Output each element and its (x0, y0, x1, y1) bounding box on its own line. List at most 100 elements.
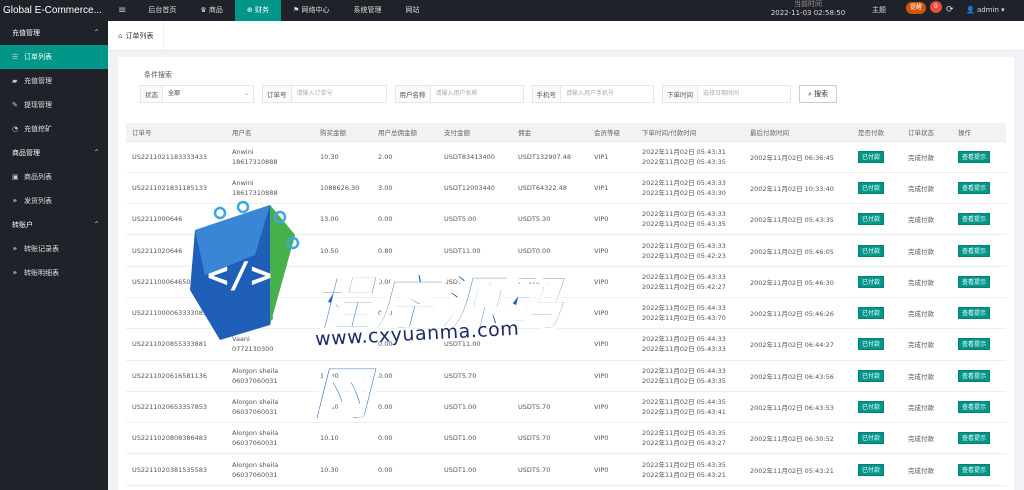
table-row: US2211021183333433 Anwini 18617310888 10.30… (126, 141, 1006, 173)
cell-status: 完成付款 (902, 297, 952, 330)
nav-goods[interactable]: ♛ 商品 (188, 0, 235, 21)
view-button[interactable]: 查看提示 (958, 401, 991, 414)
cell-op: 查看提示 (952, 172, 1006, 205)
cell-last-time: 2002年11月02日 10:33:40 (744, 172, 852, 205)
cell-user (226, 234, 314, 267)
cell-last-time: 2002年11月02日 06:44:27 (744, 328, 852, 361)
alert-badge[interactable]: 提醒 (906, 2, 927, 14)
cell-user-name: Anwini (232, 147, 254, 156)
sidebar-item-label: 充值挖矿 (24, 125, 52, 133)
cell-order-time: 2022年11月02日 05:44:33 (642, 335, 726, 344)
cell-paid: 已付款 (852, 422, 902, 455)
nav-system[interactable]: 系统管理 (342, 0, 394, 21)
view-button[interactable]: 查看提示 (958, 213, 991, 226)
counter-badge[interactable]: 0 (930, 1, 942, 13)
cell-last-time: 2002年11月02日 05:43:35 (744, 203, 852, 236)
view-button[interactable]: 查看提示 (958, 432, 991, 445)
nav-site[interactable]: 网站 (394, 0, 432, 21)
table-row: US2211000063333085 Vaani 0772130300 0.00 VIP… (126, 297, 1006, 330)
order-time-label: 下单时间 (662, 85, 697, 103)
theme-toggle[interactable]: 主题 (872, 0, 886, 21)
cell-user-name: Alorgon sheila (232, 366, 279, 375)
sidebar-group-recharge[interactable]: 充值管理 ⌃ (0, 21, 108, 45)
sidebar-item-transfer-detail[interactable]: ⚭ 转账明细表 (0, 261, 108, 285)
cell-commission-total: 0.00 (372, 453, 438, 486)
table-row: US2211021831185133 Anwini 18617310888 10886… (126, 172, 1006, 205)
search-button[interactable]: ⌕ 搜索 (799, 85, 838, 103)
view-button[interactable]: 查看提示 (958, 338, 991, 351)
brand-title[interactable]: Global E-Commerce... (0, 0, 108, 21)
view-button[interactable]: 查看提示 (958, 181, 991, 194)
view-button[interactable]: 查看提示 (958, 244, 991, 257)
username-input[interactable]: 请输入用户名称 (429, 85, 524, 103)
cell-user: Anwini 18617310888 (226, 141, 314, 173)
phone-input[interactable]: 请输入用户手机号 (560, 85, 654, 103)
sidebar-item-withdraw[interactable]: ✎ 提现管理 (0, 93, 108, 117)
nav-network[interactable]: ⚑ 网络中心 (281, 0, 342, 21)
cell-status: 完成付款 (902, 453, 952, 486)
cell-amount: 10.30 (314, 391, 372, 424)
sidebar-item-label: 转账明细表 (24, 269, 59, 277)
sidebar-group-transfer[interactable]: 转账户 ⌃ (0, 213, 108, 237)
cell-commission-total: 0.00 (372, 391, 438, 424)
sidebar-item-orders[interactable]: ☰ 订单列表 (0, 45, 108, 69)
chevron-down-icon: ⌄ (243, 90, 249, 97)
cell-pay: USDT11.00 (438, 234, 512, 267)
cell-commission-total: 3.00 (372, 172, 438, 205)
cell-order: US2211020808386483 (126, 422, 226, 455)
cell-time: 2022年11月02日 05:43:35 2022年11月02日 05:43:21 (636, 453, 744, 486)
cell-pay: USDT83413400 (438, 141, 512, 173)
sidebar-item-mining[interactable]: ◔ 充值挖矿 (0, 117, 108, 141)
cell-paid: 已付款 (852, 360, 902, 392)
cell-level: VIP1 (588, 141, 636, 173)
cell-time: 2022年11月02日 05:43:35 2022年11月02日 05:43:27 (636, 422, 744, 455)
cell-commission (512, 328, 588, 361)
view-button[interactable]: 查看提示 (958, 307, 991, 320)
order-no-input[interactable]: 请输入订单号 (290, 85, 387, 103)
cell-commission: USDT132907.48 (512, 141, 588, 173)
status-select[interactable]: 全部 ⌄ (162, 85, 254, 103)
cell-pay: USDT1.00 (438, 453, 512, 486)
cell-time: 2022年11月02日 05:44:33 2022年11月02日 05:43:70 (636, 297, 744, 330)
nav-home[interactable]: 后台首页 (136, 0, 188, 21)
table-body: US2211021183333433 Anwini 18617310888 10.30… (126, 141, 1006, 486)
cell-last-time: 2002年11月02日 06:36:45 (744, 141, 852, 173)
nav-finance[interactable]: ⊕ 财务 (234, 0, 281, 21)
sidebar-item-recharge[interactable]: ▰ 充值管理 (0, 69, 108, 93)
paid-badge: 已付款 (858, 181, 885, 194)
cell-time: 2022年11月02日 05:44:35 2022年11月02日 05:43:41 (636, 391, 744, 424)
paid-badge: 已付款 (858, 463, 885, 476)
tab-label: 订单列表 (125, 31, 154, 40)
view-button[interactable]: 查看提示 (958, 369, 991, 382)
cell-pay: USDT1.00 (438, 391, 512, 424)
sidebar-group-goods[interactable]: 商品管理 ⌃ (0, 141, 108, 165)
col-level: 会员等级 (588, 123, 636, 142)
tab-orders[interactable]: ⌂ 订单列表 (108, 20, 165, 51)
cell-order: US2211021831185133 (126, 172, 226, 205)
paid-badge: 已付款 (858, 275, 885, 288)
view-button[interactable]: 查看提示 (958, 463, 991, 476)
order-time-input[interactable]: 选择日期时间 (697, 85, 791, 103)
sidebar-item-goods-list[interactable]: ▣ 商品列表 (0, 165, 108, 189)
user-menu[interactable]: 👤 admin ▾ (966, 0, 1005, 21)
paid-badge: 已付款 (858, 244, 885, 257)
sidebar-item-transfer-log[interactable]: ⚭ 转账记录表 (0, 237, 108, 261)
top-bar: Global E-Commerce... ≡ 后台首页 ♛ 商品 ⊕ 财务 ⚑ … (0, 0, 1024, 21)
cell-status: 完成付款 (902, 234, 952, 267)
view-button[interactable]: 查看提示 (958, 150, 991, 163)
paid-badge: 已付款 (858, 150, 885, 163)
refresh-icon[interactable]: ⟳ (946, 0, 954, 21)
cell-user-name: Alorgon sheila (232, 460, 279, 469)
sidebar-group-label: 充值管理 (12, 29, 40, 37)
cell-op: 查看提示 (952, 203, 1006, 236)
cell-commission: USDT5.30 (512, 203, 588, 236)
cell-user: Alorgon sheila 06037060031 (226, 422, 314, 455)
menu-toggle-button[interactable]: ≡ (108, 0, 136, 21)
cell-order-time: 2022年11月02日 05:44:33 (642, 366, 726, 375)
col-last-time: 最后付款时间 (744, 123, 852, 142)
crown-icon: ♛ (200, 6, 209, 14)
sidebar-item-shipping[interactable]: ⚭ 发货列表 (0, 189, 108, 213)
view-button[interactable]: 查看提示 (958, 275, 991, 288)
col-pay: 支付金额 (438, 123, 512, 142)
sidebar-item-label: 充值管理 (24, 77, 52, 85)
